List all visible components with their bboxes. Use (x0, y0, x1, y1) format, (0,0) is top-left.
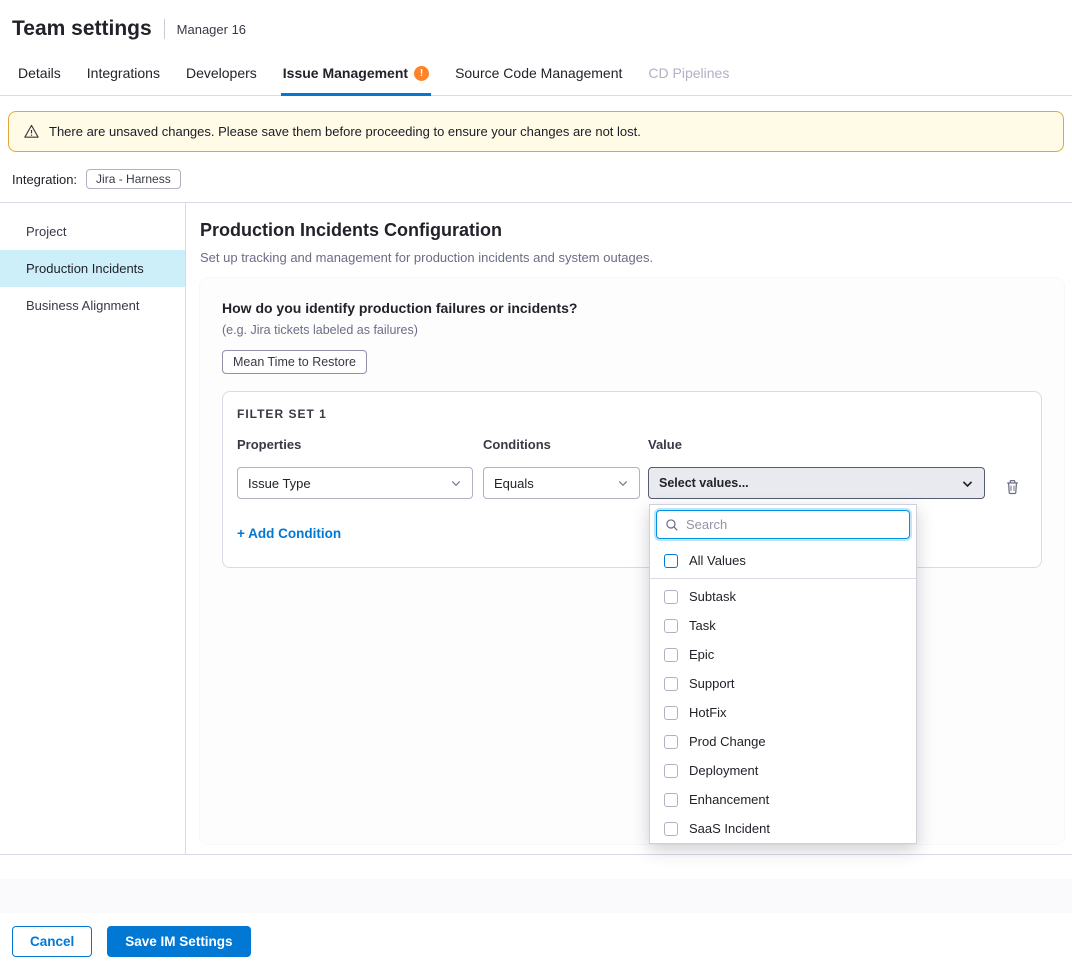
main-panel: Production Incidents Configuration Set u… (186, 203, 1072, 854)
question-label: How do you identify production failures … (222, 300, 1042, 316)
cancel-button[interactable]: Cancel (12, 926, 92, 957)
content-area: Project Production Incidents Business Al… (0, 203, 1072, 855)
value-select-placeholder: Select values... (659, 476, 749, 490)
tab-integrations[interactable]: Integrations (85, 53, 162, 95)
option-epic[interactable]: Epic (656, 640, 910, 669)
option-label: Support (689, 676, 735, 691)
unsaved-changes-badge-icon: ! (414, 66, 429, 81)
option-deployment[interactable]: Deployment (656, 756, 910, 785)
option-task[interactable]: Task (656, 611, 910, 640)
property-select-value: Issue Type (248, 476, 311, 491)
option-label: Prod Change (689, 734, 766, 749)
add-condition-button[interactable]: + Add Condition (237, 526, 341, 541)
option-all-values[interactable]: All Values (656, 545, 910, 576)
sidebar-item-project[interactable]: Project (0, 213, 185, 250)
metric-chip[interactable]: Mean Time to Restore (222, 350, 367, 374)
option-enhancement[interactable]: Enhancement (656, 785, 910, 814)
tab-source-code-management[interactable]: Source Code Management (453, 53, 624, 95)
option-label: All Values (689, 553, 746, 568)
trash-icon (1005, 479, 1020, 495)
title-separator (164, 19, 165, 39)
option-prod-change[interactable]: Prod Change (656, 727, 910, 756)
tab-details[interactable]: Details (16, 53, 63, 95)
checkbox[interactable] (664, 735, 678, 749)
tab-developers[interactable]: Developers (184, 53, 259, 95)
option-label: Epic (689, 647, 714, 662)
option-label: Enhancement (689, 792, 769, 807)
option-label: Task (689, 618, 716, 633)
search-input[interactable] (686, 517, 901, 532)
search-icon (665, 518, 679, 532)
checkbox[interactable] (664, 793, 678, 807)
page-title: Team settings (12, 17, 152, 41)
sidebar-item-business-alignment[interactable]: Business Alignment (0, 287, 185, 324)
option-subtask[interactable]: Subtask (656, 582, 910, 611)
warning-triangle-icon (23, 123, 40, 140)
checkbox[interactable] (664, 554, 678, 568)
tab-cd-pipelines: CD Pipelines (646, 53, 731, 95)
option-label: SaaS Incident (689, 821, 770, 836)
configuration-card: How do you identify production failures … (200, 278, 1064, 844)
section-subtitle: Set up tracking and management for produ… (200, 250, 1064, 265)
tab-bar: Details Integrations Developers Issue Ma… (0, 53, 1072, 96)
chevron-down-icon (450, 477, 462, 489)
column-header-conditions: Conditions (483, 437, 640, 452)
checkbox[interactable] (664, 648, 678, 662)
footer-actions: Cancel Save IM Settings (0, 913, 1072, 970)
checkbox[interactable] (664, 677, 678, 691)
condition-select[interactable]: Equals (483, 467, 640, 499)
column-header-properties: Properties (237, 437, 473, 452)
integration-row: Integration: Jira - Harness (0, 162, 1072, 202)
tab-issue-management[interactable]: Issue Management ! (281, 53, 431, 95)
option-hotfix[interactable]: HotFix (656, 698, 910, 727)
checkbox[interactable] (664, 764, 678, 778)
option-label: Subtask (689, 589, 736, 604)
panel-divider (650, 578, 916, 579)
option-label: HotFix (689, 705, 727, 720)
team-name: Manager 16 (177, 22, 246, 37)
footer-strip (0, 879, 1072, 913)
property-select[interactable]: Issue Type (237, 467, 473, 499)
condition-select-value: Equals (494, 476, 534, 491)
option-label: Deployment (689, 763, 758, 778)
chevron-down-icon (961, 477, 974, 490)
checkbox[interactable] (664, 706, 678, 720)
option-support[interactable]: Support (656, 669, 910, 698)
checkbox[interactable] (664, 619, 678, 633)
delete-filter-row-button[interactable] (1005, 479, 1020, 495)
chevron-down-icon (617, 477, 629, 489)
dropdown-search (656, 510, 910, 539)
unsaved-changes-banner: There are unsaved changes. Please save t… (8, 111, 1064, 152)
save-im-settings-button[interactable]: Save IM Settings (107, 926, 250, 957)
sidebar-item-production-incidents[interactable]: Production Incidents (0, 250, 185, 287)
option-customer-notification[interactable]: Customer Notification (656, 843, 910, 844)
column-header-value: Value (648, 437, 985, 452)
settings-sidebar: Project Production Incidents Business Al… (0, 203, 186, 854)
integration-label: Integration: (12, 172, 77, 187)
question-hint: (e.g. Jira tickets labeled as failures) (222, 323, 1042, 337)
filter-set-title: FILTER SET 1 (237, 407, 1027, 421)
footer-gap (0, 855, 1072, 879)
filter-row: Properties Issue Type Conditions Equals (237, 437, 1027, 499)
filter-set: FILTER SET 1 Properties Issue Type (222, 391, 1042, 568)
section-title: Production Incidents Configuration (200, 220, 1064, 241)
option-saas-incident[interactable]: SaaS Incident (656, 814, 910, 843)
value-multiselect[interactable]: Select values... (648, 467, 985, 499)
page-header: Team settings Manager 16 (0, 0, 1072, 53)
value-dropdown-panel: All Values Subtask Task (649, 504, 917, 844)
checkbox[interactable] (664, 590, 678, 604)
warning-text: There are unsaved changes. Please save t… (49, 124, 641, 139)
checkbox[interactable] (664, 822, 678, 836)
integration-chip[interactable]: Jira - Harness (86, 169, 181, 189)
